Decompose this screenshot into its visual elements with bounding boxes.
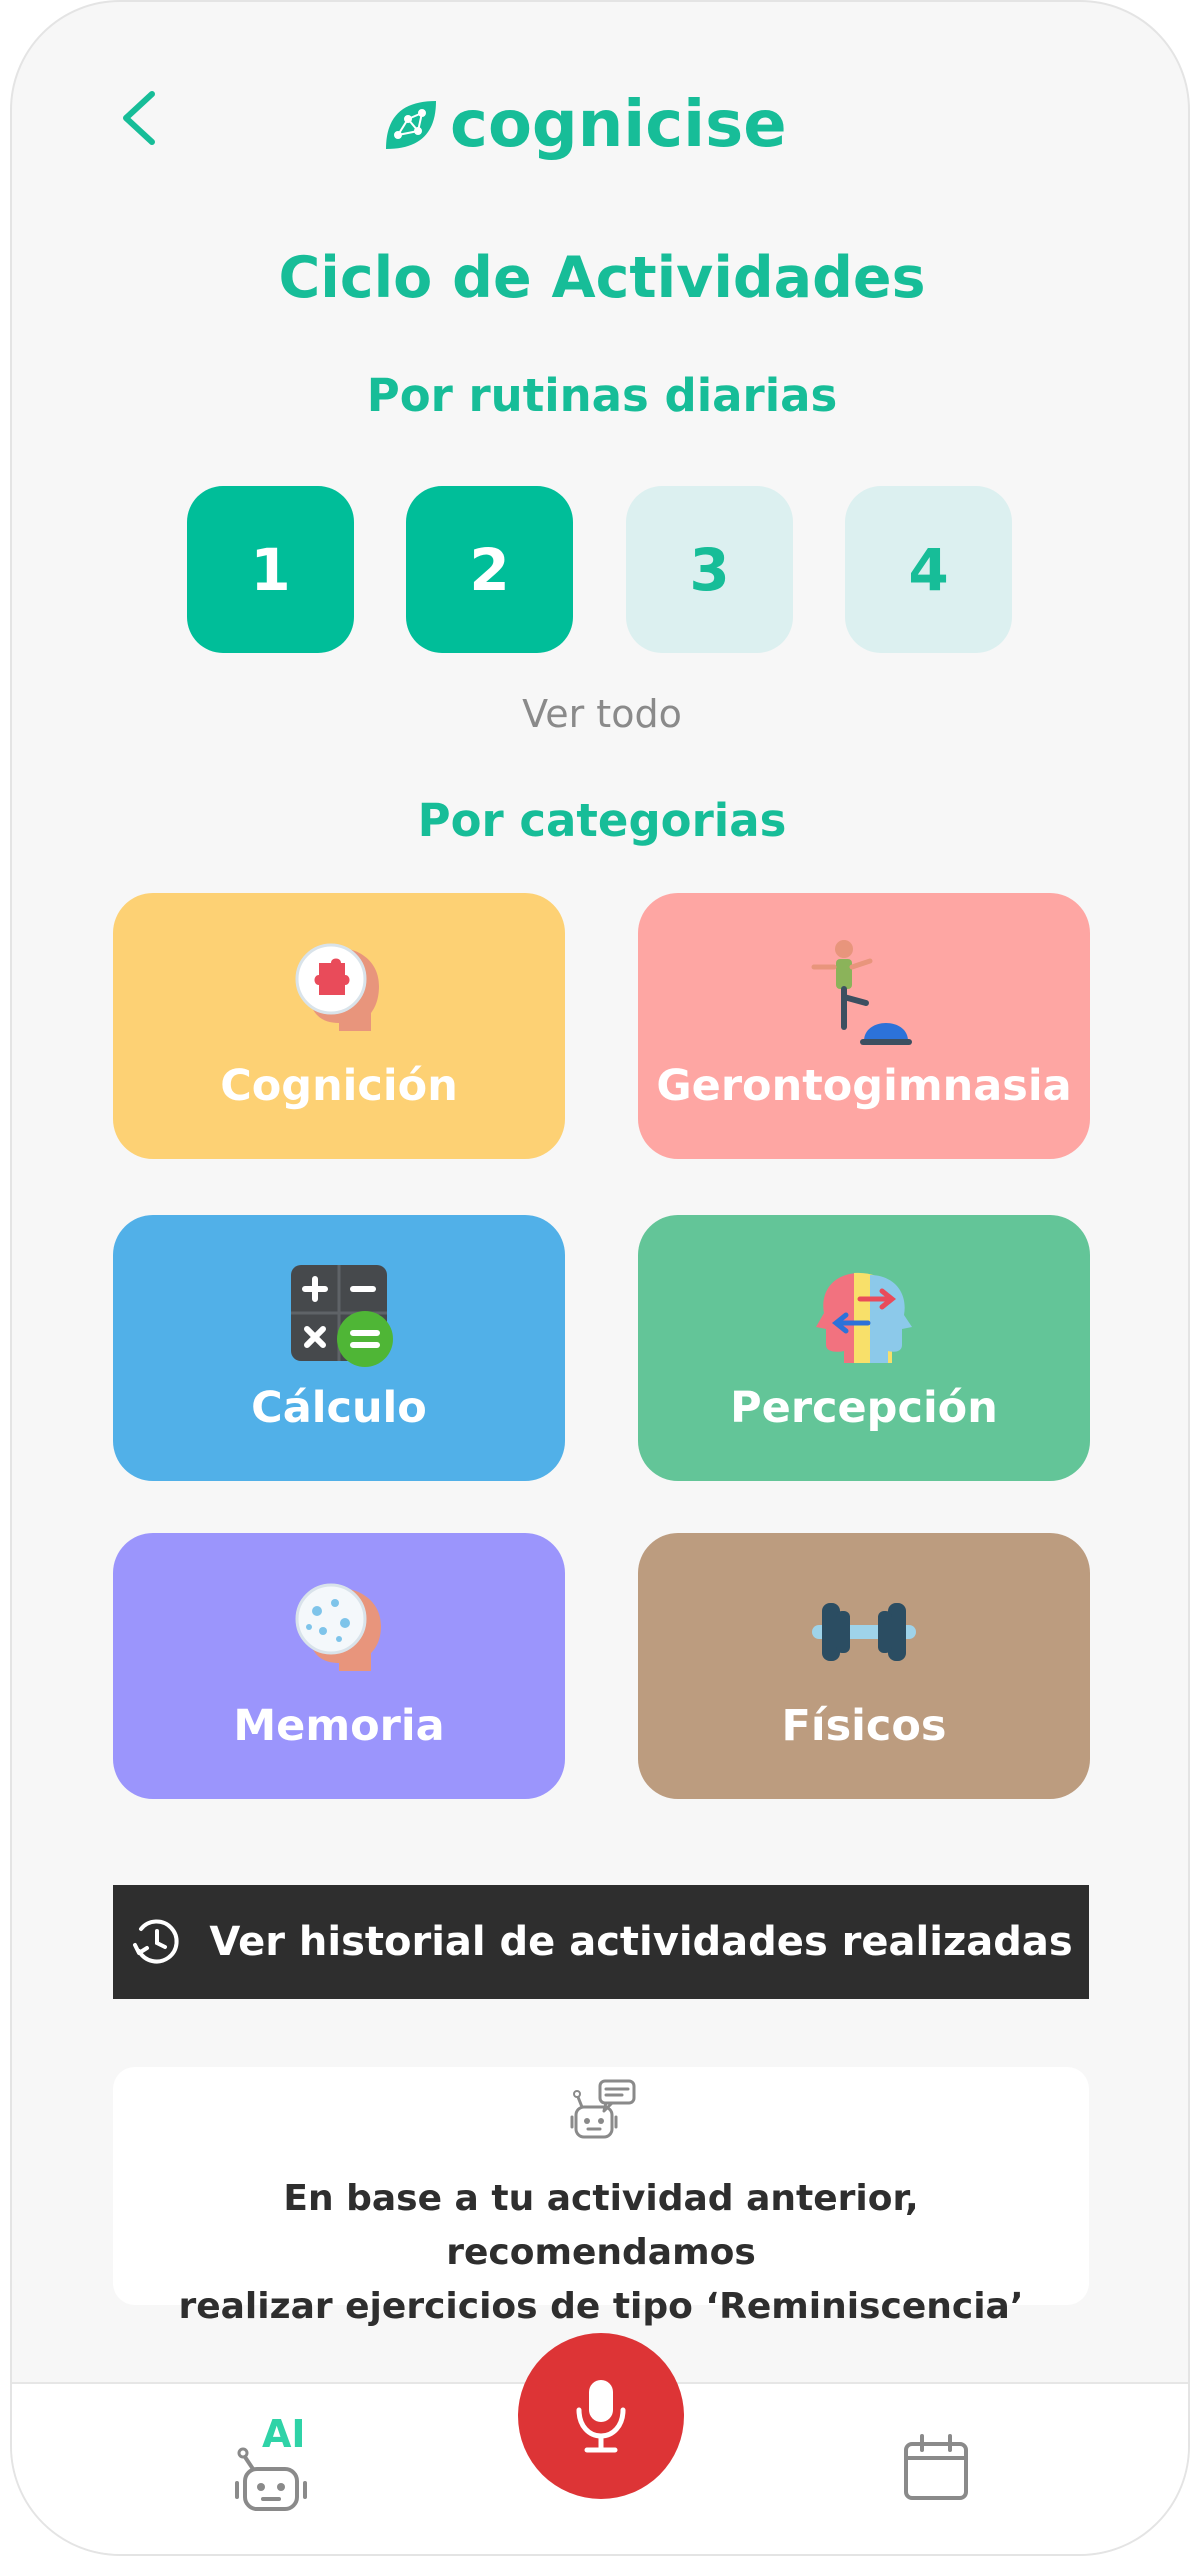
category-percepcion-card[interactable]: Percepción bbox=[638, 1215, 1090, 1481]
phone-frame: cognicise Ciclo de Actividades Por rutin… bbox=[10, 0, 1190, 2556]
routine-day-3-button[interactable]: 3 bbox=[626, 486, 793, 653]
category-label: Físicos bbox=[781, 1701, 947, 1751]
recommendation-text: En base a tu actividad anterior, recomen… bbox=[133, 2172, 1069, 2334]
view-history-label: Ver historial de actividades realizadas bbox=[209, 1919, 1073, 1965]
category-memoria-card[interactable]: Memoria bbox=[113, 1533, 565, 1799]
microphone-icon bbox=[576, 2380, 626, 2453]
categories-heading: Por categorias bbox=[417, 794, 787, 847]
head-puzzle-icon bbox=[295, 943, 379, 1031]
head-memory-icon bbox=[295, 1583, 381, 1671]
history-icon bbox=[133, 1919, 179, 1964]
balance-exercise-icon bbox=[811, 940, 912, 1045]
routine-day-4-button[interactable]: 4 bbox=[845, 486, 1012, 653]
category-label: Gerontogimnasia bbox=[656, 1061, 1072, 1111]
calendar-icon[interactable] bbox=[900, 2432, 972, 2504]
brain-leaf-icon bbox=[386, 101, 436, 149]
ai-label[interactable]: AI bbox=[262, 2412, 306, 2456]
routine-day-1-button[interactable]: 1 bbox=[187, 486, 354, 653]
category-label: Cálculo bbox=[251, 1383, 427, 1433]
routines-heading: Por rutinas diarias bbox=[366, 369, 838, 422]
category-calculo-card[interactable]: Cálculo bbox=[113, 1215, 565, 1481]
recommendation-line-2: realizar ejercicios de tipo ‘Reminiscenc… bbox=[178, 2286, 1024, 2327]
dumbbell-icon bbox=[812, 1603, 916, 1661]
app-logo: cognicise bbox=[380, 80, 787, 170]
recommendation-card: En base a tu actividad anterior, recomen… bbox=[113, 2067, 1089, 2327]
routine-selector: 1 2 3 4 bbox=[187, 486, 1027, 654]
brand-name: cognicise bbox=[450, 88, 787, 162]
category-fisicos-card[interactable]: Físicos bbox=[638, 1533, 1090, 1799]
category-cognicion-card[interactable]: Cognición bbox=[113, 893, 565, 1159]
chevron-left-icon[interactable] bbox=[112, 86, 168, 150]
calculator-icon bbox=[291, 1265, 393, 1367]
category-label: Memoria bbox=[233, 1701, 445, 1751]
microphone-button[interactable] bbox=[518, 2333, 684, 2499]
category-gerontogimnasia-card[interactable]: Gerontogimnasia bbox=[638, 893, 1090, 1159]
see-all-link[interactable]: Ver todo bbox=[12, 692, 1188, 736]
page-title: Ciclo de Actividades bbox=[278, 245, 926, 311]
perception-heads-icon bbox=[816, 1272, 912, 1363]
recommendation-line-1: En base a tu actividad anterior, recomen… bbox=[283, 2178, 919, 2273]
view-history-button[interactable]: Ver historial de actividades realizadas bbox=[113, 1885, 1089, 1999]
category-label: Percepción bbox=[730, 1383, 998, 1433]
category-label: Cognición bbox=[220, 1061, 458, 1111]
routine-day-2-button[interactable]: 2 bbox=[406, 486, 573, 653]
robot-chat-icon bbox=[570, 2079, 636, 2139]
